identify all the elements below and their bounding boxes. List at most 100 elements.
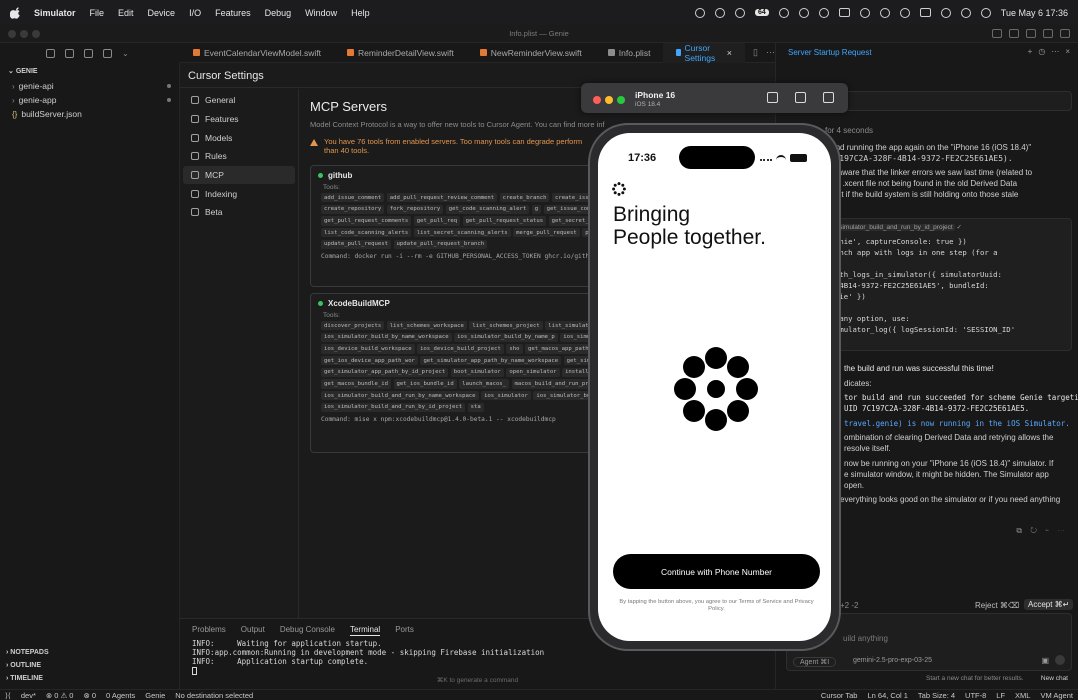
moon-icon[interactable] [778,7,789,18]
problems-count[interactable]: ⊗ 0 ⚠ 0 [46,691,74,700]
new-chat-link[interactable]: New chat [1041,675,1068,682]
tab-cursor-settings[interactable]: Cursor Settings × [663,42,746,63]
chat-input[interactable]: uild anything [843,634,888,643]
screenshot-icon[interactable] [795,92,806,103]
volume-icon[interactable] [818,7,829,18]
sim-zoom-button[interactable] [617,96,625,104]
cursor-tab-status[interactable]: Cursor Tab [821,691,858,700]
new-chat-plus-icon[interactable]: + [1028,47,1033,56]
menu-features[interactable]: Features [215,8,251,18]
section-timeline[interactable]: › TIMELINE [0,675,180,682]
settings-nav-general[interactable]: General [183,91,295,110]
simulator-window-titlebar[interactable]: iPhone 16 iOS 18.4 [581,83,848,113]
explorer-item-genie-api[interactable]: › genie-api [0,79,179,93]
settings-gear-icon[interactable] [1060,29,1070,38]
control-center-icon[interactable] [980,7,991,18]
explorer-item-build-server-json[interactable]: {} buildServer.json [0,107,179,121]
tab-size[interactable]: Tab Size: 4 [918,691,955,700]
wifi-icon[interactable] [940,7,951,18]
encoding[interactable]: UTF-8 [965,691,986,700]
ports-count[interactable]: ⊗ 0 [83,691,96,700]
apple-icon[interactable] [10,6,22,19]
cloud-icon[interactable] [694,7,705,18]
menu-device[interactable]: Device [148,8,176,18]
vm-agent[interactable]: VM Agent [1040,691,1073,700]
line-ending[interactable]: LF [996,691,1005,700]
reject-button[interactable]: Reject ⌘⌫ [975,600,1019,611]
tab-event-calendar-view-model[interactable]: EventCalendarViewModel.swift [180,43,334,63]
agent-mode-selector[interactable]: Agent ⌘I [793,657,837,667]
section-notepads[interactable]: › NOTEPADS [0,649,180,656]
language-mode[interactable]: XML [1015,691,1030,700]
panel-tab-terminal[interactable]: Terminal [349,625,381,636]
menu-app-name[interactable]: Simulator [34,8,76,18]
files-icon[interactable] [46,48,55,58]
tab-reminder-detail-view[interactable]: ReminderDetailView.swift [334,43,467,63]
rotate-icon[interactable] [823,92,834,103]
extensions-icon[interactable] [103,48,112,58]
destination-selector[interactable]: No destination selected [175,691,253,700]
customize-layout-icon[interactable] [1043,29,1053,38]
explorer-root[interactable]: ⌄ GENIE [0,63,179,79]
menu-help[interactable]: Help [351,8,370,18]
toggle-panel-icon[interactable] [1009,29,1019,38]
menu-debug[interactable]: Debug [265,8,292,18]
microphone-icon[interactable] [714,7,725,18]
chevron-down-icon[interactable]: ⌄ [122,49,131,58]
menubar-clock[interactable]: Tue May 6 17:36 [1001,8,1068,18]
cursor-position[interactable]: Ln 64, Col 1 [867,691,907,700]
scheme-genie[interactable]: Genie [145,691,165,700]
toggle-sidebar-icon[interactable] [992,29,1002,38]
focus-icon[interactable] [798,7,809,18]
accept-button[interactable]: Accept ⌘↵ [1024,599,1074,610]
image-attach-icon[interactable]: ▣ [1041,656,1049,665]
sim-close-button[interactable] [593,96,601,104]
close-tab-icon[interactable]: × [727,48,732,58]
more-icon[interactable]: ⋯ [1051,47,1059,56]
play-icon[interactable] [859,7,870,18]
continue-with-phone-button[interactable]: Continue with Phone Number [613,554,820,589]
tab-info-plist[interactable]: Info.plist [595,43,664,63]
bluetooth-icon[interactable] [879,7,890,18]
history-icon[interactable]: ◷ [1038,47,1045,56]
panel-tab-output[interactable]: Output [241,625,265,636]
message-actions[interactable]: ⧉ ↻ ⌁ ⋯ [1016,525,1068,536]
model-selector[interactable]: gemini-2.5-pro-exp-03-25 [853,657,932,664]
settings-nav-models[interactable]: Models [183,128,295,147]
menu-window[interactable]: Window [305,8,337,18]
agents-count[interactable]: 0 Agents [106,691,135,700]
menu-file[interactable]: File [90,8,105,18]
tab-new-reminder-view[interactable]: NewReminderView.swift [467,43,595,63]
remote-icon[interactable]: ⟩⟨ [5,691,11,700]
settings-nav-indexing[interactable]: Indexing [183,184,295,203]
menu-edit[interactable]: Edit [118,8,134,18]
chat-title[interactable]: Server Startup Request [788,48,872,57]
tool-call-block[interactable]: tool ios_simulator_build_and_run_by_id_p… [806,218,1072,351]
sim-minimize-button[interactable] [605,96,613,104]
section-outline[interactable]: › OUTLINE [0,662,180,669]
toggle-chat-icon[interactable] [1026,29,1036,38]
split-editor-icon[interactable]: ▯ [753,47,758,58]
panel-tab-problems[interactable]: Problems [192,625,226,636]
user-icon[interactable] [899,7,910,18]
display-icon[interactable] [838,8,850,17]
search-icon[interactable] [960,7,971,18]
settings-nav-beta[interactable]: Beta [183,203,295,222]
git-branch[interactable]: dev* [21,691,36,700]
battery-percentage-badge[interactable]: 64 [754,9,769,16]
search-files-icon[interactable] [65,48,74,58]
send-button[interactable] [1055,655,1065,665]
panel-tab-debug-console[interactable]: Debug Console [280,625,335,636]
home-icon[interactable] [767,92,778,103]
layers-icon[interactable] [734,7,745,18]
source-control-icon[interactable] [84,48,93,58]
settings-nav-features[interactable]: Features [183,110,295,129]
panel-tab-ports[interactable]: Ports [395,625,414,636]
thought-duration[interactable]: for 4 seconds [825,125,1070,136]
menu-io[interactable]: I/O [189,8,201,18]
more-actions-icon[interactable]: ⋯ [766,47,775,58]
explorer-item-genie-app[interactable]: › genie-app [0,93,179,107]
iphone-screen[interactable]: 17:36 Bringing People together. Continue… [598,133,831,641]
settings-nav-rules[interactable]: Rules [183,147,295,166]
battery-icon[interactable] [919,8,931,17]
